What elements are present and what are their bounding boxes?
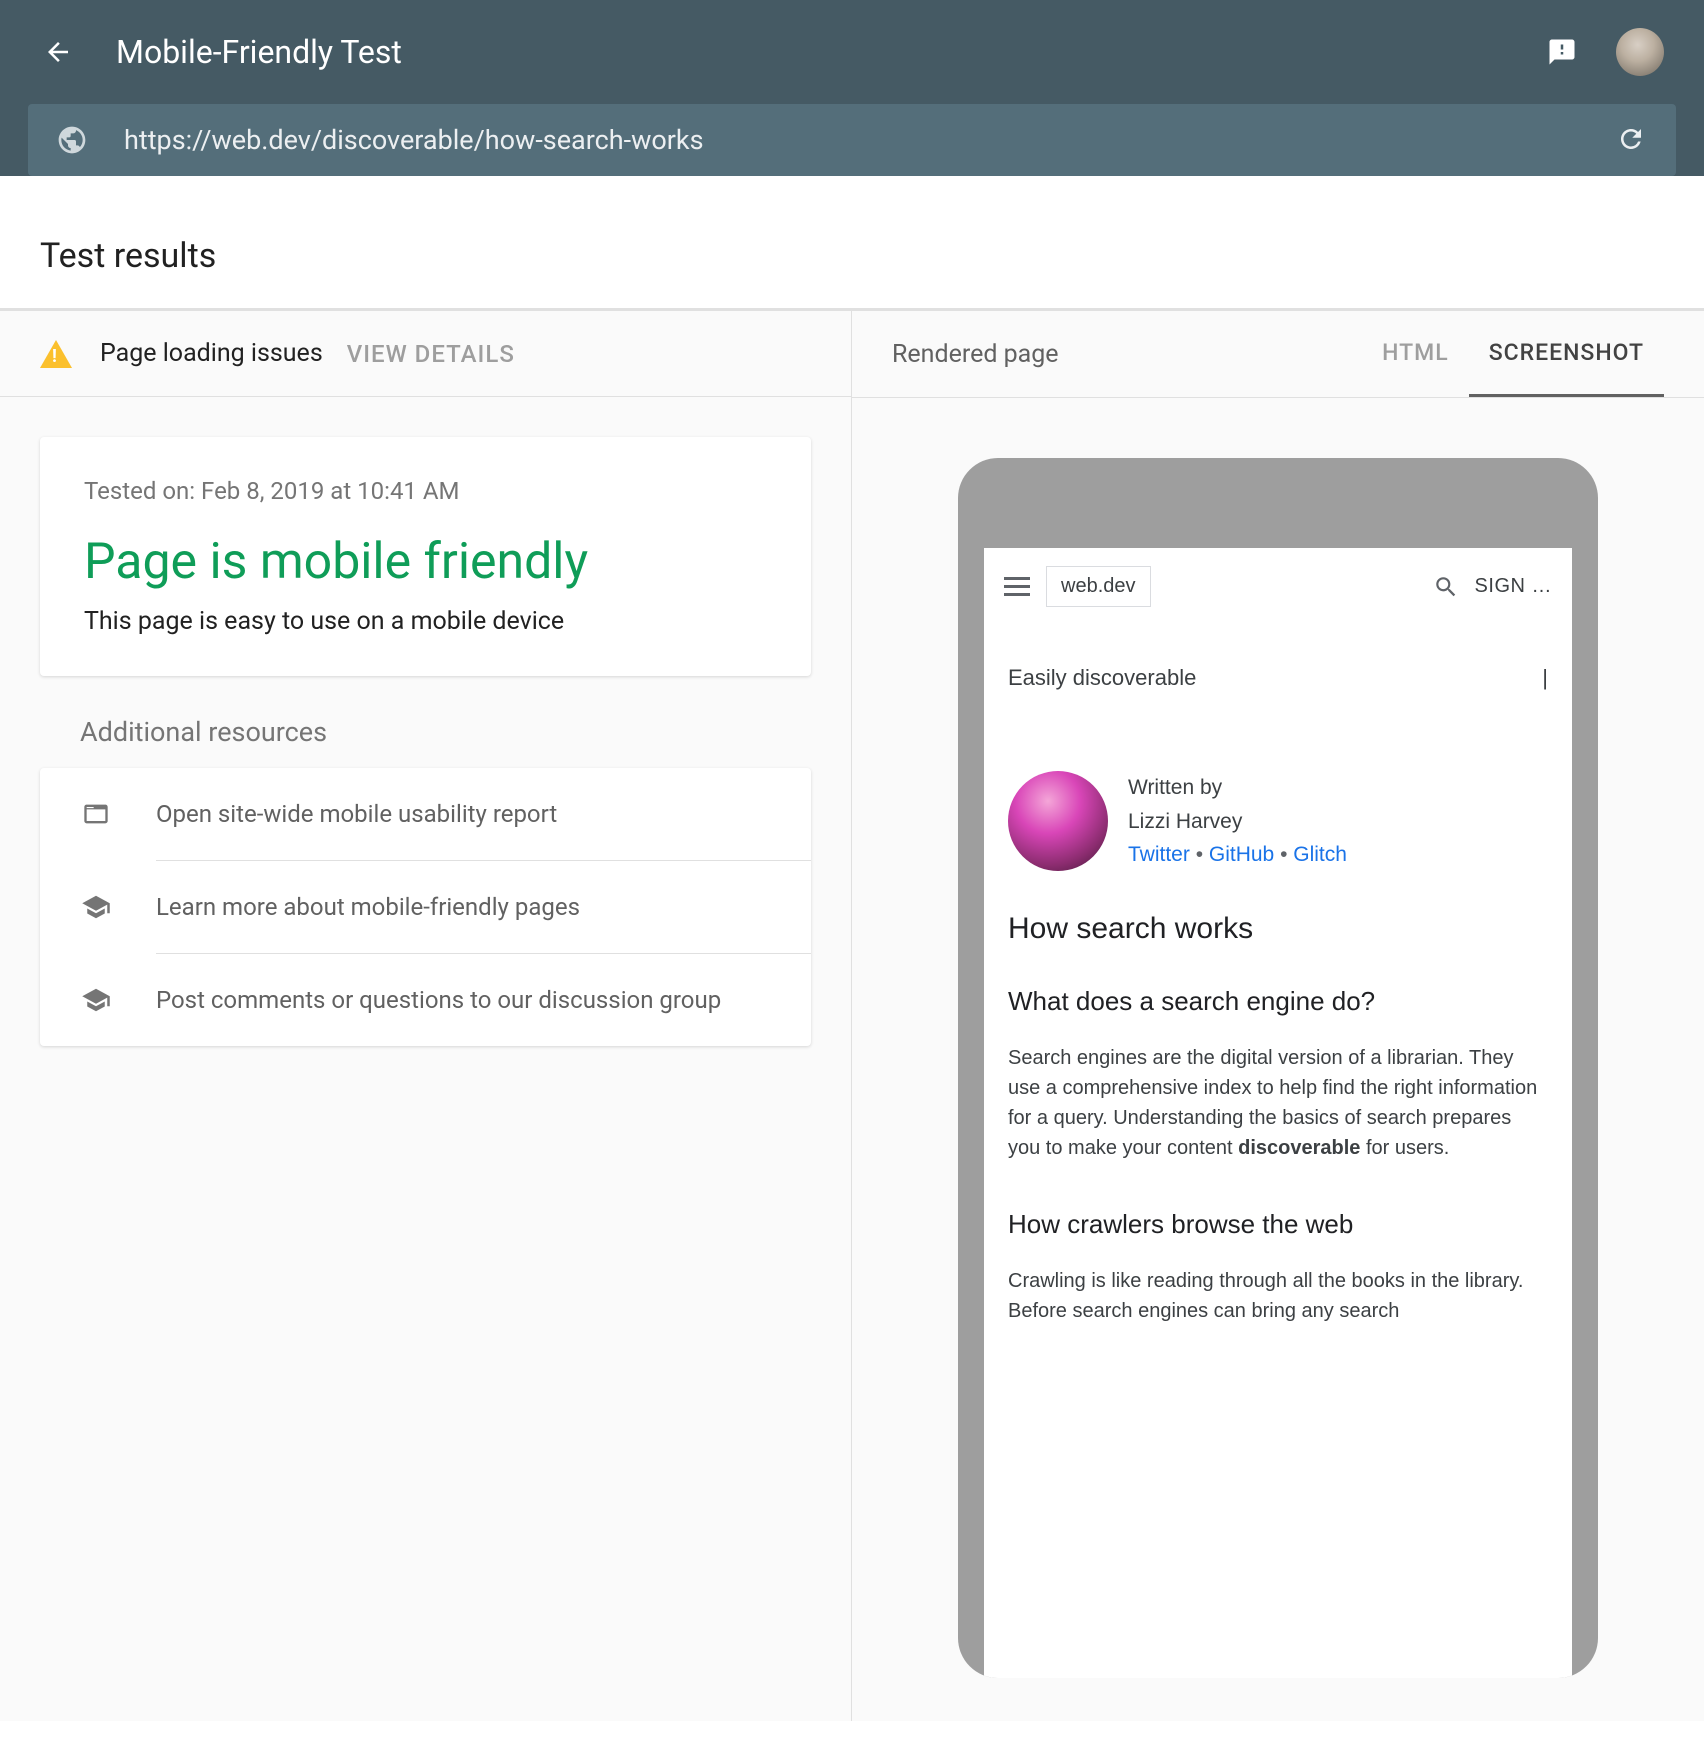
phone-screen: web.dev SIGN … Easily discoverable | Wri…: [984, 548, 1572, 1678]
breadcrumb-text: Easily discoverable: [1008, 665, 1196, 691]
preview-h2: How crawlers browse the web: [984, 1179, 1572, 1250]
preview-site-label: web.dev: [1046, 566, 1151, 607]
url-bar: https://web.dev/discoverable/how-search-…: [28, 104, 1676, 176]
preview-paragraph: Crawling is like reading through all the…: [984, 1250, 1572, 1342]
verdict-title: Page is mobile friendly: [84, 533, 767, 591]
phone-frame: web.dev SIGN … Easily discoverable | Wri…: [958, 458, 1598, 1678]
preview-header: web.dev SIGN …: [984, 548, 1572, 625]
written-by-label: Written by: [1128, 771, 1347, 805]
glitch-link: Glitch: [1293, 843, 1347, 866]
author-links: Twitter • GitHub • Glitch: [1128, 838, 1347, 872]
p-bold: discoverable: [1238, 1137, 1360, 1159]
right-column: Rendered page HTML SCREENSHOT web.dev SI…: [852, 311, 1704, 1721]
left-column: Page loading issues VIEW DETAILS Tested …: [0, 311, 852, 1721]
verdict-card: Tested on: Feb 8, 2019 at 10:41 AM Page …: [40, 437, 811, 676]
results-bar: Test results: [0, 204, 1704, 311]
preview-paragraph: Search engines are the digital version o…: [984, 1027, 1572, 1179]
resources-heading: Additional resources: [80, 716, 811, 748]
view-details-button[interactable]: VIEW DETAILS: [347, 340, 515, 368]
globe-icon: [56, 124, 88, 156]
author-name: Lizzi Harvey: [1128, 805, 1347, 839]
resource-row-learn[interactable]: Learn more about mobile-friendly pages: [40, 861, 811, 953]
rendered-page-label: Rendered page: [892, 340, 1362, 397]
header-top-row: Mobile-Friendly Test: [0, 0, 1704, 104]
feedback-icon: [1547, 37, 1577, 67]
warning-icon: [40, 340, 72, 368]
url-input[interactable]: https://web.dev/discoverable/how-search-…: [124, 124, 1616, 156]
p-text: for users.: [1360, 1137, 1449, 1159]
web-icon: [80, 798, 112, 830]
preview-author-block: Written by Lizzi Harvey Twitter • GitHub…: [984, 711, 1572, 902]
author-info: Written by Lizzi Harvey Twitter • GitHub…: [1128, 771, 1347, 872]
breadcrumb-sep: |: [1542, 665, 1548, 691]
tab-screenshot[interactable]: SCREENSHOT: [1469, 339, 1664, 397]
refresh-icon: [1616, 124, 1646, 154]
search-icon: [1433, 574, 1459, 600]
user-avatar[interactable]: [1616, 28, 1664, 76]
resource-label: Post comments or questions to our discus…: [156, 980, 771, 1020]
resource-row-discuss[interactable]: Post comments or questions to our discus…: [40, 954, 811, 1046]
preview-breadcrumb: Easily discoverable |: [984, 625, 1572, 711]
tab-html[interactable]: HTML: [1362, 339, 1469, 397]
resource-row-report[interactable]: Open site-wide mobile usability report: [40, 768, 811, 860]
github-link: GitHub: [1209, 843, 1274, 866]
arrow-left-icon: [43, 37, 73, 67]
app-title: Mobile-Friendly Test: [116, 33, 1544, 71]
right-header: Rendered page HTML SCREENSHOT: [852, 311, 1704, 398]
tested-on-label: Tested on: Feb 8, 2019 at 10:41 AM: [84, 477, 767, 505]
loading-issues-row: Page loading issues VIEW DETAILS: [0, 311, 851, 397]
preview-h1: How search works: [984, 902, 1572, 956]
resource-label: Learn more about mobile-friendly pages: [156, 887, 771, 927]
results-heading: Test results: [40, 236, 1664, 276]
app-header: Mobile-Friendly Test https://web.dev/dis…: [0, 0, 1704, 176]
school-icon: [80, 891, 112, 923]
phone-preview-container: web.dev SIGN … Easily discoverable | Wri…: [852, 398, 1704, 1721]
feedback-button[interactable]: [1544, 34, 1580, 70]
preview-h2: What does a search engine do?: [984, 956, 1572, 1027]
author-avatar: [1008, 771, 1108, 871]
resources-card: Open site-wide mobile usability report L…: [40, 768, 811, 1046]
preview-signin: SIGN …: [1475, 575, 1552, 598]
verdict-subtitle: This page is easy to use on a mobile dev…: [84, 607, 767, 636]
menu-icon: [1004, 577, 1030, 596]
columns: Page loading issues VIEW DETAILS Tested …: [0, 311, 1704, 1721]
resource-label: Open site-wide mobile usability report: [156, 794, 771, 834]
twitter-link: Twitter: [1128, 843, 1190, 866]
refresh-button[interactable]: [1616, 124, 1648, 156]
issues-label: Page loading issues: [100, 339, 323, 368]
back-button[interactable]: [40, 34, 76, 70]
school-icon: [80, 984, 112, 1016]
